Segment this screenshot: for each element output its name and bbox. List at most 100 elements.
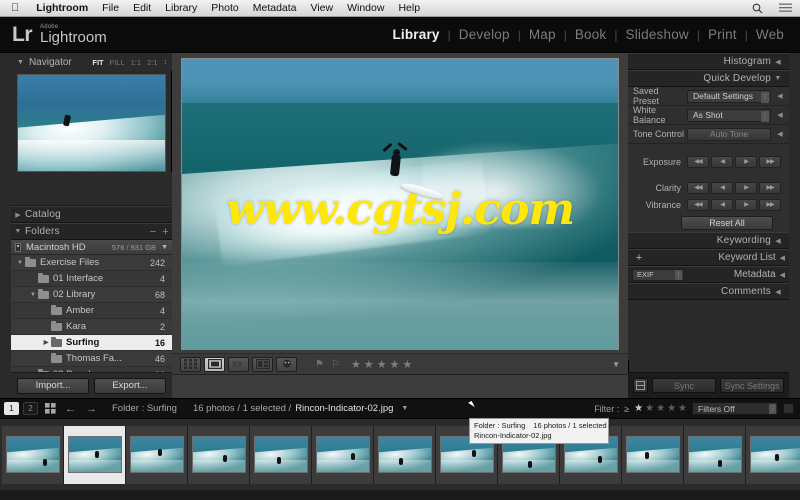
panel-comments[interactable]: Comments ◀ — [628, 283, 789, 300]
menu-item-library[interactable]: Library — [158, 0, 204, 17]
tab-library[interactable]: Library — [384, 27, 447, 42]
qd-arrow-icon-tone-control[interactable]: ◀ — [775, 130, 785, 138]
import-button[interactable]: Import... — [17, 377, 89, 394]
go-back-button[interactable]: ← — [62, 403, 79, 415]
sidebar-item-catalog[interactable]: ▶ Catalog — [11, 206, 172, 223]
filmstrip-thumb-7[interactable] — [374, 425, 436, 484]
qd-arrow-icon-white-balance[interactable]: ◀ — [775, 111, 785, 119]
navigator-zoom-fit[interactable]: FIT — [92, 58, 103, 67]
toolbar-star-1[interactable]: ★ — [351, 358, 361, 371]
nudge-clarity-4[interactable]: ▶▶ — [759, 181, 781, 194]
panel-keyword-list[interactable]: + Keyword List ◀ — [628, 249, 789, 266]
filmstrip-thumb-3[interactable] — [126, 425, 188, 484]
filter-star-5[interactable]: ★ — [678, 403, 687, 414]
qd-select-saved-preset[interactable]: Default Settings ⋮ — [687, 89, 771, 103]
qd-stepper-icon[interactable]: ⋮ — [761, 91, 769, 103]
folder-row-exercise-files[interactable]: ▼ Exercise Files 242 — [11, 255, 172, 271]
file-menu-caret-icon[interactable]: ▼ — [401, 405, 408, 412]
panel-histogram[interactable]: Histogram ◀ — [628, 53, 789, 70]
export-button[interactable]: Export... — [94, 377, 166, 394]
loupe-view-icon[interactable] — [204, 356, 225, 372]
nudge-clarity-3[interactable]: ▶ — [735, 181, 757, 194]
filmstrip-thumb-5[interactable] — [250, 425, 312, 484]
flag-pick-icon[interactable]: ⚑ — [313, 359, 326, 370]
filter-star-4[interactable]: ★ — [667, 403, 676, 414]
menu-item-window[interactable]: Window — [340, 0, 391, 17]
nudge-exposure-3[interactable]: ▶ — [735, 155, 757, 168]
filmstrip-thumb-12[interactable] — [684, 425, 746, 484]
nudge-vibrance-1[interactable]: ◀◀ — [687, 198, 709, 211]
current-file-name[interactable]: Rincon-Indicator-02.jpg — [295, 403, 393, 414]
sidebar-item-folders[interactable]: ▼ Folders − + — [11, 223, 172, 240]
filmstrip-thumb-4[interactable] — [188, 425, 250, 484]
nudge-vibrance-2[interactable]: ◀ — [711, 198, 733, 211]
add-folder-button[interactable]: + — [159, 226, 172, 238]
sync-button[interactable]: Sync — [652, 378, 716, 393]
nudge-clarity-2[interactable]: ◀ — [711, 181, 733, 194]
menu-item-help[interactable]: Help — [391, 0, 427, 17]
add-keyword-button[interactable]: + — [632, 252, 646, 264]
navigator-zoom-2-1[interactable]: 2:1 — [147, 58, 157, 67]
menu-item-photo[interactable]: Photo — [204, 0, 245, 17]
panel-keywording[interactable]: Keywording ◀ — [628, 232, 789, 249]
menu-item-metadata[interactable]: Metadata — [246, 0, 304, 17]
list-menu-icon[interactable] — [771, 3, 800, 13]
metadata-preset-stepper-icon[interactable]: ⋮ — [675, 269, 682, 280]
toolbar-options-caret-icon[interactable]: ▼ — [612, 360, 620, 369]
navigator-zoom-1-1[interactable]: 1:1 — [131, 58, 141, 67]
rating-stars[interactable]: ★ ★ ★ ★ ★ — [351, 358, 412, 371]
filmstrip-thumb-6[interactable] — [312, 425, 374, 484]
keyword-list-arrow-icon[interactable]: ◀ — [780, 254, 785, 262]
filmstrip-thumb-13[interactable] — [746, 425, 800, 484]
filter-preset-stepper-icon[interactable]: ⋮ — [769, 404, 776, 414]
search-icon[interactable] — [744, 3, 771, 14]
folder-row-02-library[interactable]: ▼ 02 Library 68 — [11, 287, 172, 303]
nudge-clarity-1[interactable]: ◀◀ — [687, 181, 709, 194]
tab-slideshow[interactable]: Slideshow — [618, 27, 697, 42]
nudge-vibrance-4[interactable]: ▶▶ — [759, 198, 781, 211]
toolbar-star-4[interactable]: ★ — [390, 358, 400, 371]
volume-caret-icon[interactable]: ▼ — [161, 244, 168, 251]
breadcrumb-folder[interactable]: Folder : Surfing — [112, 403, 177, 414]
survey-view-icon[interactable] — [252, 356, 273, 372]
sync-settings-button[interactable]: Sync Settings — [720, 378, 784, 393]
filmstrip[interactable] — [0, 419, 800, 490]
tab-web[interactable]: Web — [748, 27, 792, 42]
volume-row[interactable]: Macintosh HD 576 / 931 GB ▼ — [11, 240, 172, 255]
folder-disclosure-icon[interactable]: ▶ — [41, 339, 51, 346]
go-forward-button[interactable]: → — [83, 403, 100, 415]
folder-row-thomas-fa[interactable]: Thomas Fa... 46 — [11, 351, 172, 367]
toolbar-star-5[interactable]: ★ — [403, 358, 413, 371]
filter-star-1[interactable]: ★ — [634, 403, 643, 414]
filter-operator-icon[interactable]: ≥ — [624, 404, 629, 414]
filter-rating-stars[interactable]: ★ ★ ★ ★ ★ — [634, 403, 687, 414]
filter-star-2[interactable]: ★ — [645, 403, 654, 414]
display-2-button[interactable]: 2 — [23, 402, 38, 415]
filmstrip-thumb-11[interactable] — [622, 425, 684, 484]
navigator-twisty-icon[interactable]: ▼ — [17, 59, 24, 66]
folder-row-amber[interactable]: Amber 4 — [11, 303, 172, 319]
keywording-arrow-icon[interactable]: ◀ — [771, 237, 785, 245]
nudge-exposure-2[interactable]: ◀ — [711, 155, 733, 168]
panel-metadata[interactable]: EXIF ⋮ Metadata ◀ — [628, 266, 789, 283]
folder-row-kara[interactable]: Kara 2 — [11, 319, 172, 335]
tab-develop[interactable]: Develop — [451, 27, 518, 42]
menu-item-lightroom[interactable]: Lightroom — [29, 0, 95, 17]
filmstrip-thumb-1[interactable] — [2, 425, 64, 484]
reset-all-button[interactable]: Reset All — [681, 215, 773, 230]
nudge-exposure-1[interactable]: ◀◀ — [687, 155, 709, 168]
grid-view-icon[interactable] — [180, 356, 201, 372]
navigator-preview[interactable] — [17, 74, 166, 172]
tab-book[interactable]: Book — [567, 27, 615, 42]
qd-stepper-icon[interactable]: ⋮ — [761, 110, 769, 122]
filter-preset-select[interactable]: Filters Off ⋮ — [692, 402, 778, 415]
catalog-twisty-icon[interactable]: ▶ — [11, 211, 25, 219]
navigator-zoom-caret-icon[interactable]: ↕ — [164, 59, 173, 66]
qd-select-white-balance[interactable]: As Shot ⋮ — [687, 108, 771, 122]
tab-print[interactable]: Print — [700, 27, 745, 42]
quick-develop-arrow-icon[interactable]: ▼ — [771, 75, 785, 82]
navigator-zoom-fill[interactable]: FILL — [110, 58, 125, 67]
remove-folder-button[interactable]: − — [147, 226, 160, 238]
menu-item-edit[interactable]: Edit — [126, 0, 158, 17]
loupe-photo[interactable]: www.cgtsj.com — [181, 58, 619, 350]
